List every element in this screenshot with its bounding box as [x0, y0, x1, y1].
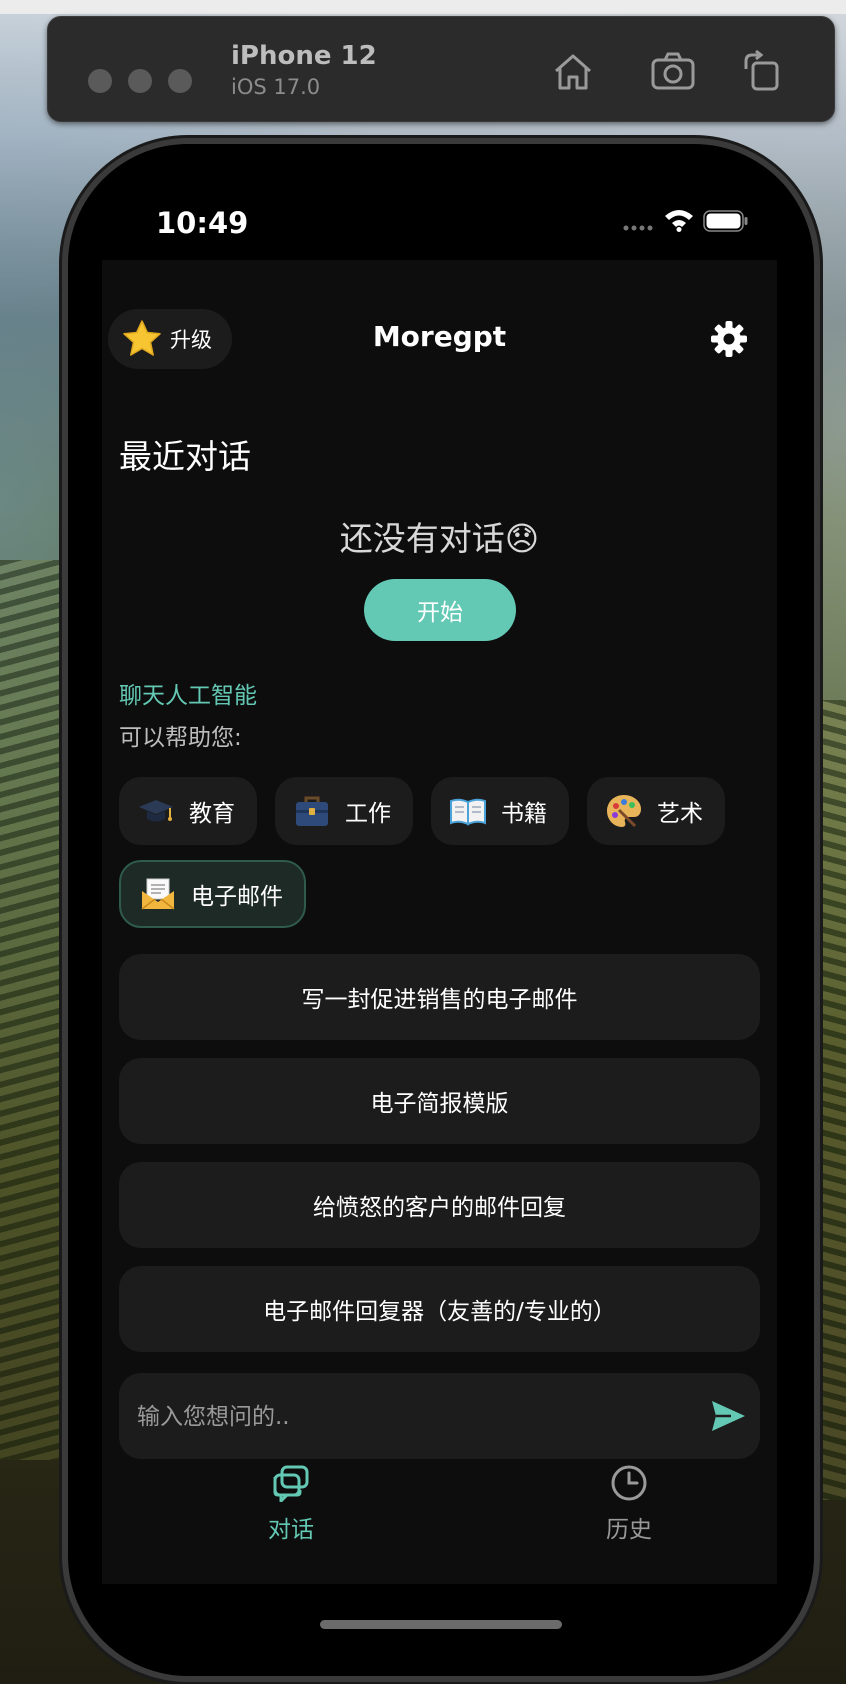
settings-gear-icon[interactable] — [710, 320, 748, 358]
device-name: iPhone 12 — [231, 41, 377, 71]
app-screen: 升级 Moregpt 最近对话 还没有对话😞 开始 聊天人工智能 可以帮助您: — [102, 260, 777, 1584]
status-time: 10:49 — [156, 206, 249, 240]
chat-ai-label: 聊天人工智能 — [119, 683, 257, 709]
category-label: 艺术 — [657, 801, 703, 827]
category-chip-art[interactable]: 艺术 — [587, 777, 725, 845]
window-zoom-button[interactable] — [168, 69, 192, 93]
category-label: 电子邮件 — [191, 884, 283, 910]
home-icon[interactable] — [548, 47, 598, 97]
envelope-icon — [141, 878, 175, 910]
tab-label: 对话 — [268, 1517, 314, 1543]
graduation-cap-icon — [139, 800, 173, 822]
clock-icon — [611, 1465, 647, 1501]
rotate-icon[interactable] — [738, 47, 788, 97]
os-version: iOS 17.0 — [231, 75, 321, 99]
category-chip-email[interactable]: 电子邮件 — [119, 860, 306, 928]
category-chip-books[interactable]: 书籍 — [431, 777, 569, 845]
category-chip-work[interactable]: 工作 — [275, 777, 413, 845]
prompt-suggestion[interactable]: 给愤怒的客户的邮件回复 — [119, 1162, 760, 1248]
prompt-suggestion[interactable]: 电子邮件回复器（友善的/专业的） — [119, 1266, 760, 1352]
can-help-label: 可以帮助您: — [119, 725, 242, 751]
category-label: 工作 — [345, 801, 391, 827]
open-book-icon — [450, 798, 486, 826]
empty-state-text: 还没有对话😞 — [339, 519, 540, 558]
app-title: Moregpt — [372, 320, 507, 353]
window-close-button[interactable] — [88, 69, 112, 93]
message-input-box — [119, 1373, 760, 1459]
window-minimize-button[interactable] — [128, 69, 152, 93]
prompt-suggestion[interactable]: 写一封促进销售的电子邮件 — [119, 954, 760, 1040]
status-bar: 10:49 — [68, 144, 814, 260]
briefcase-icon — [296, 796, 328, 826]
recent-conversations-title: 最近对话 — [119, 437, 251, 476]
home-indicator[interactable] — [320, 1620, 562, 1629]
battery-icon — [703, 210, 748, 232]
phone-frame: 10:49 升级 Moregpt 最近对话 还没有对话😞 开始 聊天人工智能 可… — [68, 144, 814, 1676]
category-chip-education[interactable]: 教育 — [119, 777, 257, 845]
desktop-top-strip — [0, 0, 846, 14]
start-button[interactable]: 开始 — [364, 579, 516, 641]
prompt-suggestion[interactable]: 电子简报模版 — [119, 1058, 760, 1144]
send-icon[interactable] — [709, 1397, 747, 1435]
message-input[interactable] — [135, 1391, 679, 1443]
wifi-icon — [665, 210, 693, 232]
category-label: 书籍 — [501, 801, 547, 827]
tab-label: 历史 — [606, 1517, 652, 1543]
tab-history[interactable]: 历史 — [529, 1458, 729, 1548]
palette-icon — [607, 795, 641, 828]
cellular-signal-icon — [623, 225, 653, 231]
screenshot-icon[interactable] — [648, 47, 698, 97]
simulator-toolbar: iPhone 12 iOS 17.0 — [47, 16, 835, 122]
chat-bubbles-icon — [273, 1465, 309, 1502]
category-label: 教育 — [189, 801, 235, 827]
tab-conversations[interactable]: 对话 — [191, 1458, 391, 1548]
